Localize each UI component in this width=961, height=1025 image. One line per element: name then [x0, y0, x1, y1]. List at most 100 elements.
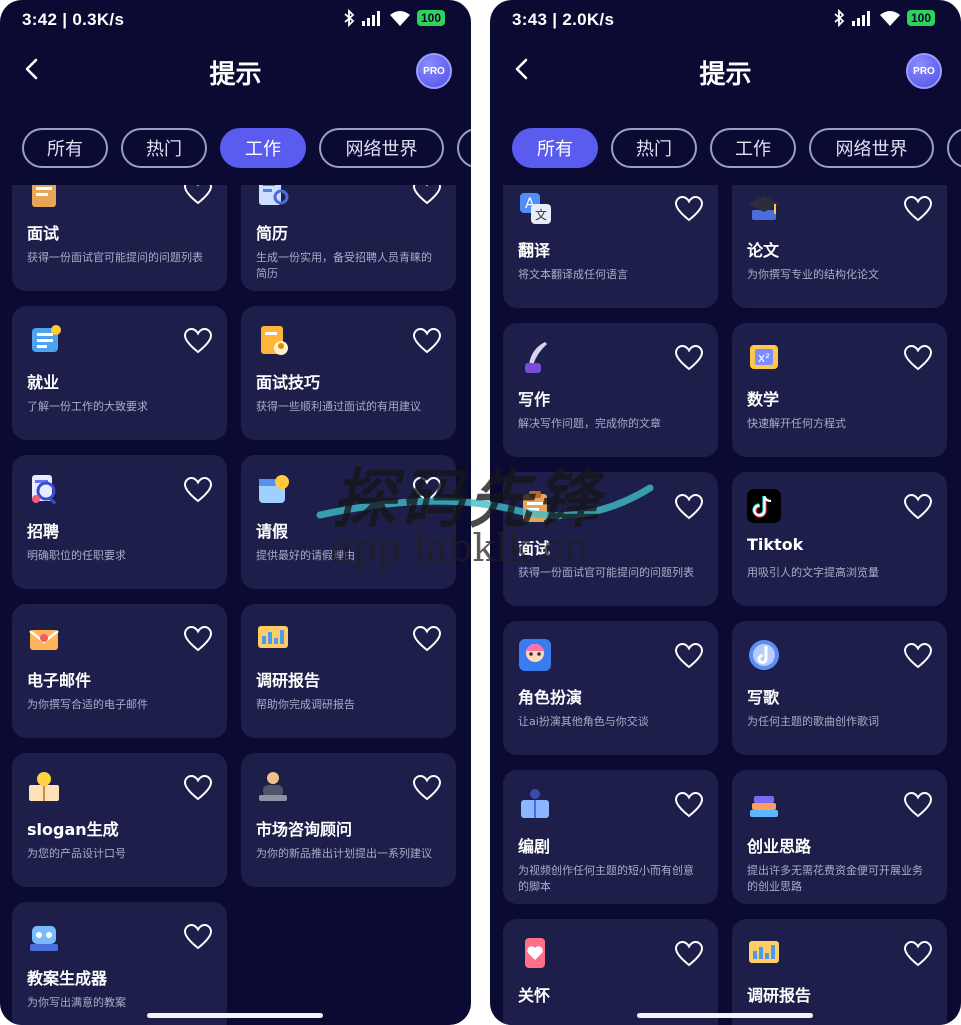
pro-badge-button[interactable]: PRO [906, 53, 942, 89]
card-description: 为你写出满意的教案 [27, 996, 126, 1009]
card-description: 为您的产品设计口号 [27, 847, 126, 860]
prompt-card[interactable]: 面试获得一份面试官可能提问的问题列表 [12, 185, 227, 291]
favorite-heart-icon[interactable] [413, 626, 441, 652]
tab-3[interactable]: 工作 [710, 128, 796, 168]
card-description: 快速解开任何方程式 [747, 417, 846, 430]
pro-badge-button[interactable]: PRO [416, 53, 452, 89]
clipboard-icon [32, 185, 56, 207]
card-description: 为你撰写合适的电子邮件 [27, 698, 148, 711]
favorite-heart-icon[interactable] [904, 643, 932, 669]
card-description: 提出许多无需花费资金便可开展业务的创业思路 [747, 864, 923, 893]
card-title: 简历 [256, 224, 289, 243]
prompt-card[interactable]: 面试 获得一份面试官可能提问的问题列表 [503, 472, 718, 606]
favorite-heart-icon[interactable] [904, 792, 932, 818]
favorite-heart-icon[interactable] [904, 345, 932, 371]
favorite-heart-icon[interactable] [675, 345, 703, 371]
prompt-card[interactable]: 编剧 为视频创作任何主题的短小而有创意的脚本 [503, 770, 718, 904]
character-icon [519, 639, 551, 671]
favorite-heart-icon[interactable] [904, 494, 932, 520]
battery-indicator: 100 [416, 10, 445, 26]
favorite-heart-icon[interactable] [904, 941, 932, 967]
favorite-heart-icon[interactable] [675, 792, 703, 818]
prompt-card[interactable]: 角色扮演 让ai扮演其他角色与你交谈 [503, 621, 718, 755]
prompt-card[interactable]: x² 数学快速解开任何方程式 [732, 323, 947, 457]
bluetooth-icon [344, 9, 355, 27]
prompt-card[interactable]: slogan生成 为您的产品设计口号 [12, 753, 227, 887]
card-description: 为任何主题的歌曲创作歌词 [747, 715, 879, 728]
prompt-card[interactable]: 调研报告 [732, 919, 947, 1025]
wifi-icon [879, 11, 900, 26]
prompt-card[interactable]: 电子邮件 为你撰写合适的电子邮件 [12, 604, 227, 738]
favorite-heart-icon[interactable] [675, 643, 703, 669]
prompt-card[interactable]: 招聘 明确职位的任职要求 [12, 455, 227, 589]
favorite-heart-icon[interactable] [413, 328, 441, 354]
tab-2[interactable]: 热门 [121, 128, 207, 168]
card-description: 为你撰写专业的结构化论文 [747, 268, 879, 281]
consultant-icon [259, 772, 287, 801]
favorite-heart-icon[interactable] [413, 477, 441, 503]
card-description: 获得一份面试官可能提问的问题列表 [27, 251, 203, 264]
favorite-heart-icon[interactable] [184, 775, 212, 801]
signal-icon [851, 11, 870, 26]
favorite-heart-icon[interactable] [184, 328, 212, 354]
card-title: 创业思路 [747, 837, 812, 856]
favorite-heart-icon[interactable] [675, 196, 703, 222]
document-user-icon [261, 326, 288, 355]
card-title: 关怀 [518, 986, 551, 1005]
prompt-card[interactable]: 调研报告 帮助你完成调研报告 [241, 604, 456, 738]
status-bar: 3:42 | 0.3K/s 100 [0, 0, 471, 40]
favorite-heart-icon[interactable] [184, 477, 212, 503]
tab-overflow[interactable] [947, 128, 961, 168]
prompt-card[interactable]: 请假 提供最好的请假理由 [241, 455, 456, 589]
translate-icon: A文 [520, 193, 551, 224]
envelope-icon [29, 630, 59, 650]
home-indicator[interactable] [637, 1013, 813, 1018]
card-title: 写作 [518, 390, 551, 409]
card-title: 调研报告 [256, 671, 321, 690]
prompt-card[interactable]: 面试技巧 获得一些顺利通过面试的有用建议 [241, 306, 456, 440]
prompt-card[interactable]: 论文 为你撰写专业的结构化论文 [732, 185, 947, 308]
tab-3[interactable]: 工作 [220, 128, 306, 168]
card-title: 就业 [27, 373, 60, 392]
favorite-heart-icon[interactable] [184, 626, 212, 652]
prompt-card[interactable]: 教案生成器 为你写出满意的教案 [12, 902, 227, 1025]
favorite-heart-icon[interactable] [184, 185, 212, 205]
card-title: 数学 [747, 390, 780, 409]
favorite-heart-icon[interactable] [413, 185, 441, 205]
prompt-card[interactable]: 写歌 为任何主题的歌曲创作歌词 [732, 621, 947, 755]
favorite-heart-icon[interactable] [904, 196, 932, 222]
prompt-card[interactable]: 创业思路提出许多无需花费资金便可开展业务的创业思路 [732, 770, 947, 904]
status-time: 3:42 | 0.3K/s [22, 10, 125, 29]
home-indicator[interactable] [147, 1013, 323, 1018]
tab-4[interactable]: 网络世界 [809, 128, 934, 168]
prompt-card[interactable]: 关怀 [503, 919, 718, 1025]
status-time: 3:43 | 2.0K/s [512, 10, 615, 29]
prompt-card[interactable]: 就业 了解一份工作的大致要求 [12, 306, 227, 440]
card-description: 用吸引人的文字提高浏览量 [747, 566, 879, 579]
status-icons: 100 [833, 9, 935, 27]
favorite-heart-icon[interactable] [413, 775, 441, 801]
prompt-card-grid: A 文翻译 将文本翻译成任何语言 论文 为你撰写专业的结构化论文 写作 解决写作问题，完成你… [490, 185, 961, 1025]
math-note-icon: x² [750, 345, 778, 369]
favorite-heart-icon[interactable] [675, 941, 703, 967]
signal-icon [361, 11, 380, 26]
svg-text:x²: x² [758, 351, 770, 365]
prompt-card[interactable]: 写作 解决写作问题，完成你的文章 [503, 323, 718, 457]
tab-4[interactable]: 网络世界 [319, 128, 444, 168]
tab-1[interactable]: 所有 [22, 128, 108, 168]
prompt-card[interactable]: 市场咨询顾问 为你的新品推出计划提出一系列建议 [241, 753, 456, 887]
prompt-card[interactable]: Tiktok 用吸引人的文字提高浏览量 [732, 472, 947, 606]
favorite-heart-icon[interactable] [675, 494, 703, 520]
prompt-card[interactable]: A 文翻译 将文本翻译成任何语言 [503, 185, 718, 308]
card-title: 面试 [27, 224, 60, 243]
prompt-card[interactable]: 简历 生成一份实用，备受招聘人员青睐的简历 [241, 185, 456, 291]
wifi-icon [389, 11, 410, 26]
tab-overflow[interactable] [457, 128, 471, 168]
favorite-heart-icon[interactable] [184, 924, 212, 950]
tab-1[interactable]: 所有 [512, 128, 598, 168]
prompt-card-grid: 面试 获得一份面试官可能提问的问题列表 简历 生成一份实用，备受招聘人员青睐的简历 就业… [0, 185, 471, 1025]
card-title: 翻译 [518, 241, 551, 260]
care-phone-icon [525, 938, 545, 968]
tab-2[interactable]: 热门 [611, 128, 697, 168]
card-description: 获得一份面试官可能提问的问题列表 [518, 566, 694, 579]
